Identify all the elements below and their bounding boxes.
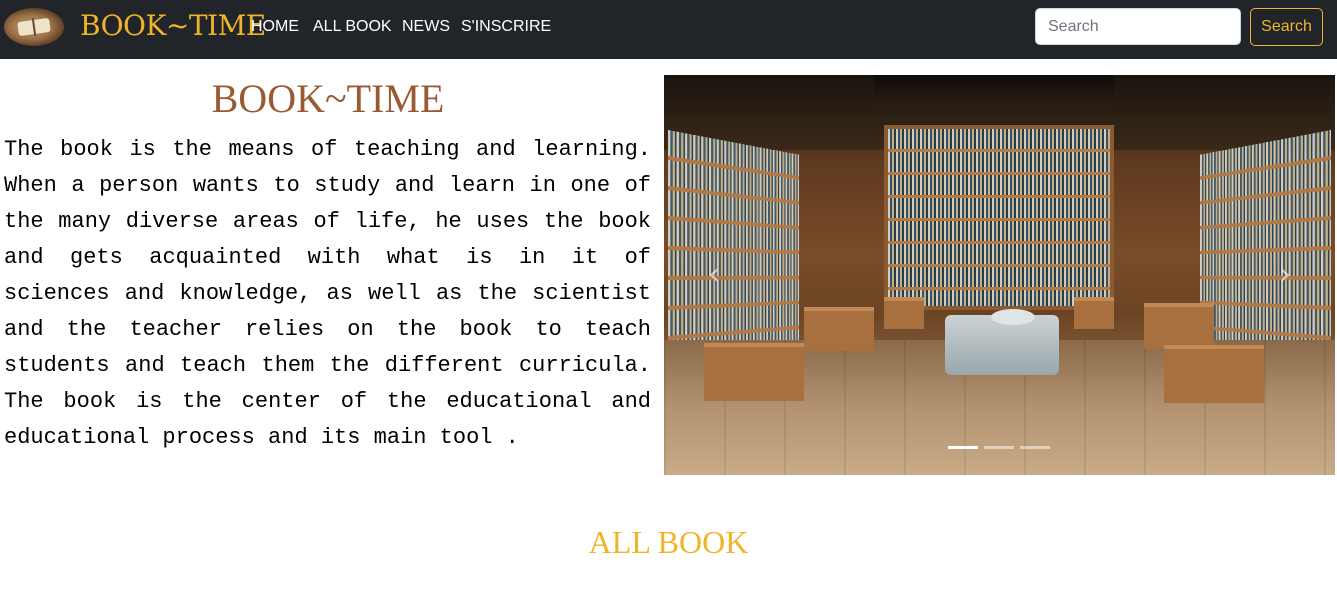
logo-book-icon[interactable]: [4, 8, 64, 46]
library-interior-image: [664, 75, 1335, 475]
navbar: BOOK~TIME HOME ALL BOOK NEWS S'INSCRIRE …: [0, 0, 1337, 59]
nav-link-home[interactable]: HOME: [251, 18, 299, 36]
nav-link-news[interactable]: NEWS: [402, 18, 450, 36]
hero-description: The book is the means of teaching and le…: [4, 137, 651, 450]
search-button[interactable]: Search: [1250, 8, 1323, 46]
nav-link-sinscrire[interactable]: S'INSCRIRE: [461, 18, 551, 36]
carousel-indicator-1[interactable]: [948, 446, 978, 449]
search-input[interactable]: [1035, 8, 1241, 45]
carousel-next-icon[interactable]: ›: [1270, 260, 1300, 290]
nav-link-all-book[interactable]: ALL BOOK: [313, 18, 392, 36]
image-carousel[interactable]: ‹ ›: [664, 75, 1335, 475]
brand-name[interactable]: BOOK~TIME: [80, 9, 266, 42]
hero-title: BOOK~TIME: [211, 76, 445, 121]
carousel-prev-icon[interactable]: ‹: [699, 260, 729, 290]
carousel-indicator-2[interactable]: [984, 446, 1014, 449]
carousel-indicator-3[interactable]: [1020, 446, 1050, 449]
all-book-section-title: ALL BOOK: [588, 524, 749, 560]
